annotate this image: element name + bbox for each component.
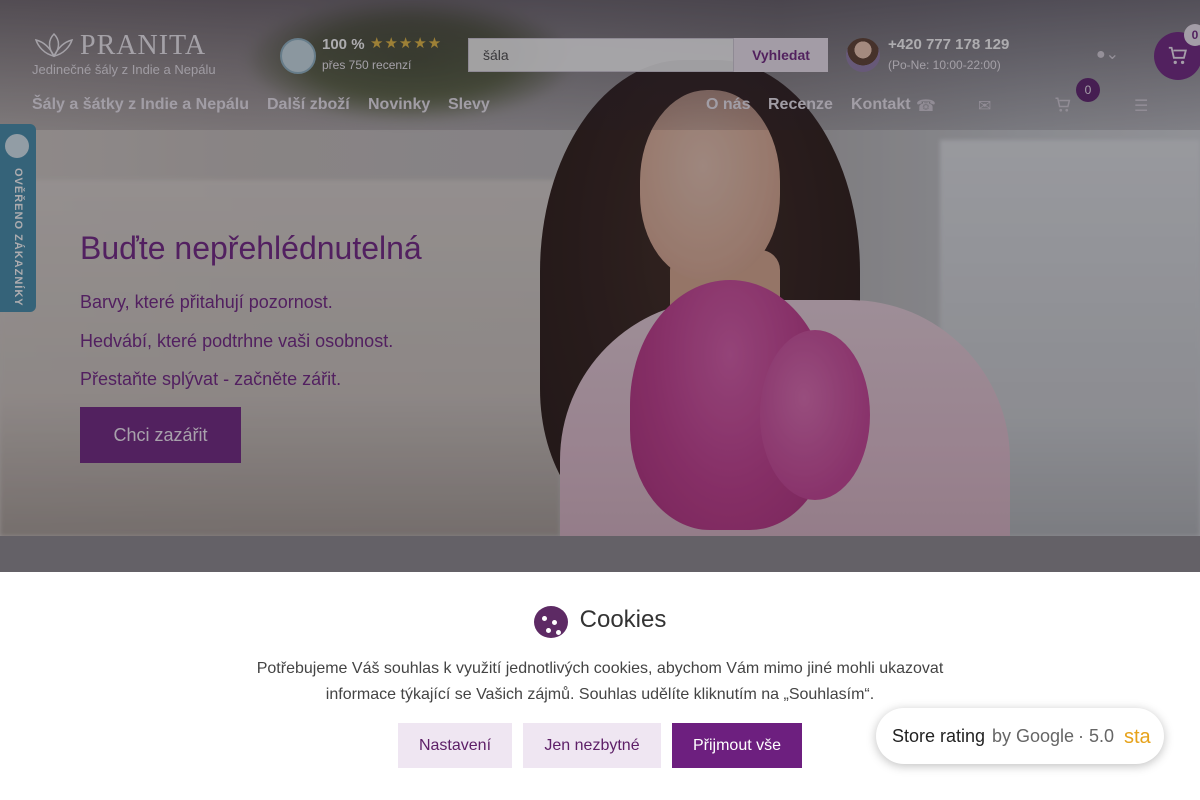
modal-backdrop <box>0 0 1200 572</box>
cookie-message: Potřebujeme Váš souhlas k využití jednot… <box>256 660 944 703</box>
cookie-accept-all-button[interactable]: Přijmout vše <box>672 723 802 768</box>
store-rating-score-value: 5.0 <box>1089 726 1115 746</box>
store-rating-stars: sta <box>1124 726 1151 748</box>
store-rating-source: by Google <box>992 726 1075 746</box>
store-rating-score: · 5.0 <box>1078 726 1115 746</box>
cookie-title-text: Cookies <box>579 606 667 633</box>
store-rating-label: Store rating <box>892 726 986 746</box>
cookie-consent-panel: Cookies Potřebujeme Váš souhlas k využit… <box>0 572 1200 800</box>
cookie-title: Cookies <box>0 606 1200 634</box>
cookie-settings-button[interactable]: Nastavení <box>398 723 512 768</box>
cookie-necessary-button[interactable]: Jen nezbytné <box>523 723 661 768</box>
google-store-rating-badge[interactable]: Store rating by Google · 5.0 sta <box>876 708 1164 764</box>
